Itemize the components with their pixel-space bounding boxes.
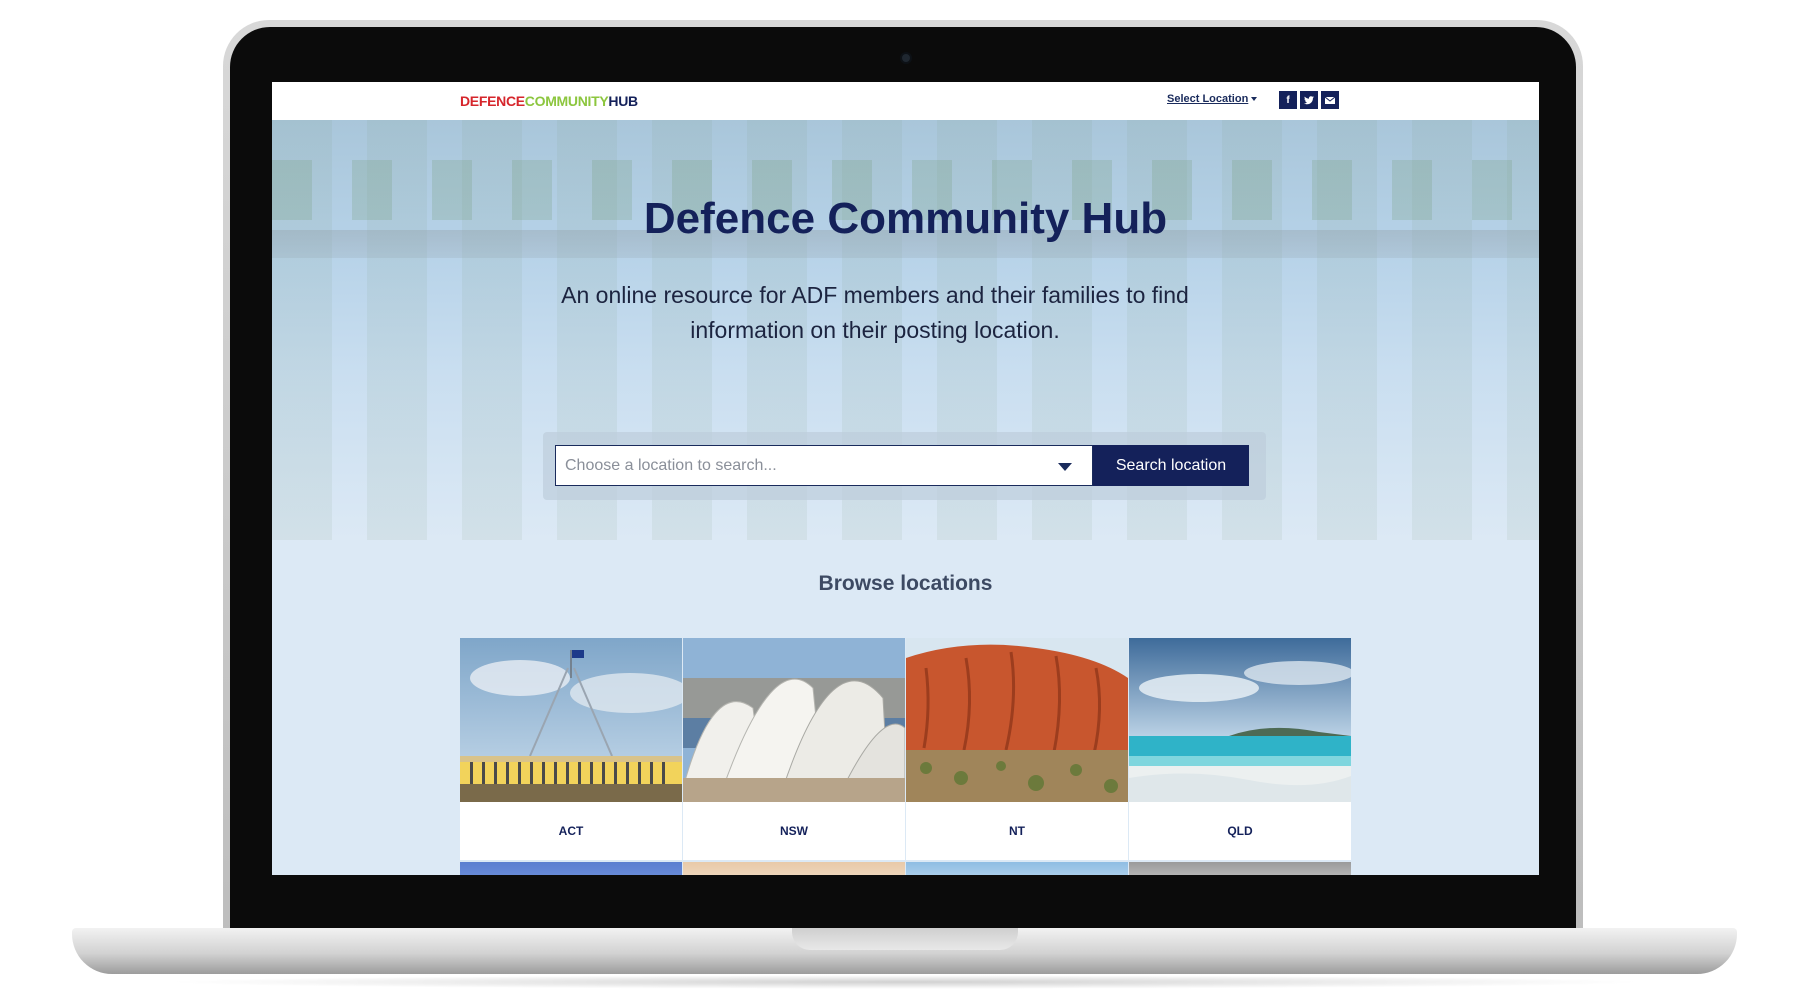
nt-uluru-image [906, 638, 1128, 802]
location-search-select[interactable]: Choose a location to search... [555, 445, 1093, 486]
location-card-peek[interactable] [460, 862, 682, 875]
location-card-peek[interactable] [906, 862, 1128, 875]
chevron-down-icon[interactable] [1058, 463, 1072, 471]
location-card-nsw[interactable]: NSW [683, 638, 905, 860]
select-location-label: Select Location [1167, 93, 1249, 105]
browse-locations-heading: Browse locations [818, 572, 993, 595]
top-navigation-bar: DEFENCECOMMUNITYHUB Select Location f [272, 82, 1539, 120]
twitter-icon[interactable] [1300, 91, 1318, 109]
nsw-opera-house-image [683, 638, 905, 802]
page-title: Defence Community Hub [643, 194, 1168, 243]
page-subtitle: An online resource for ADF members and t… [561, 282, 1189, 343]
camera-icon [900, 52, 912, 64]
location-card-nt[interactable]: NT [906, 638, 1128, 860]
chevron-down-icon [1251, 97, 1258, 102]
location-card-label: ACT [558, 824, 584, 838]
twitter-bird-icon [1304, 95, 1314, 104]
location-card-peek[interactable] [683, 862, 905, 875]
location-card-label: QLD [1227, 824, 1253, 838]
laptop-screen: DEFENCECOMMUNITYHUB Select Location f De… [272, 82, 1539, 875]
laptop-shadow [160, 975, 1650, 989]
email-icon[interactable] [1321, 91, 1339, 109]
search-placeholder: Choose a location to search... [565, 457, 777, 474]
act-parliament-house-image [460, 638, 682, 802]
location-card-label: NT [1009, 824, 1025, 838]
location-card-qld[interactable]: QLD [1129, 638, 1351, 860]
facebook-glyph: f [1286, 94, 1290, 106]
location-card-label: NSW [780, 824, 808, 838]
laptop-notch [792, 928, 1018, 950]
facebook-icon[interactable]: f [1279, 91, 1297, 109]
location-card-peek[interactable] [1129, 862, 1351, 875]
qld-beach-image [1129, 638, 1351, 802]
location-card-act[interactable]: ACT [460, 638, 682, 860]
search-panel: Choose a location to search... Search lo… [543, 432, 1266, 500]
logo-word-hub: HUB [608, 93, 638, 109]
envelope-icon [1325, 96, 1335, 104]
logo-word-defence: DEFENCE [460, 93, 525, 109]
logo-word-community: COMMUNITY [524, 93, 609, 109]
site-logo[interactable]: DEFENCECOMMUNITYHUB [460, 93, 638, 109]
select-location-dropdown[interactable]: Select Location [1167, 93, 1258, 105]
search-location-button[interactable]: Search location [1093, 445, 1249, 486]
